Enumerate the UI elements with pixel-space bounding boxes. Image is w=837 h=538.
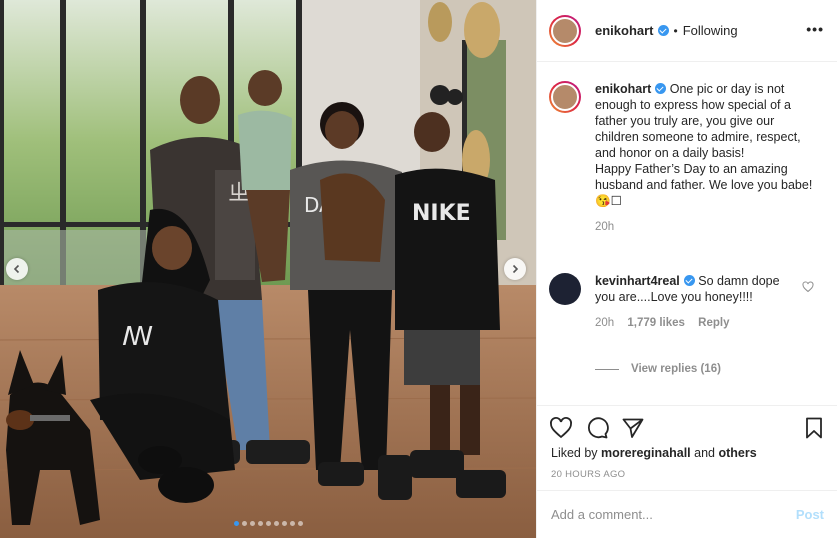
liked-by-user[interactable]: morereginahall — [601, 446, 691, 460]
comments-section: enikohart One pic or day is not enough t… — [537, 63, 837, 403]
post-comment-button[interactable]: Post — [796, 507, 824, 522]
view-replies-button[interactable]: View replies (16) — [595, 363, 721, 375]
carousel-indicator — [0, 521, 536, 526]
caption-username[interactable]: enikohart — [595, 82, 651, 96]
liked-by: Liked by morereginahall and others — [551, 446, 757, 460]
comment: kevinhart4real So damn dope you are....L… — [549, 273, 785, 331]
reply-button[interactable]: Reply — [698, 317, 729, 329]
carousel-dot — [297, 521, 303, 526]
carousel-dot — [265, 521, 271, 526]
caption-time[interactable]: 20h — [595, 221, 614, 233]
bookmark-icon[interactable] — [802, 416, 826, 440]
svg-text:ꟿ: ꟿ — [122, 322, 153, 352]
carousel-dot — [281, 521, 287, 526]
caption: enikohart One pic or day is not enough t… — [549, 81, 815, 235]
following-button[interactable]: Following — [683, 23, 738, 38]
comment-likes[interactable]: 1,779 likes — [627, 317, 685, 329]
liked-by-and: and — [690, 446, 719, 460]
add-comment-bar: Post — [537, 490, 837, 538]
post-actions: Liked by morereginahall and others 20 HO… — [537, 405, 837, 495]
heart-icon[interactable] — [549, 416, 573, 440]
instagram-post: ㄓ ꟿ DAMI — [0, 0, 837, 538]
comment-username[interactable]: kevinhart4real — [595, 274, 680, 288]
comment-time[interactable]: 20h — [595, 317, 614, 329]
carousel-dot — [273, 521, 279, 526]
separator-bullet: • — [673, 23, 678, 38]
verified-badge-icon — [655, 83, 667, 94]
chevron-right-icon — [512, 264, 519, 274]
carousel-dot — [257, 521, 263, 526]
carousel-dot — [233, 521, 239, 526]
chevron-left-icon — [13, 264, 20, 274]
share-icon[interactable] — [621, 416, 645, 440]
like-comment-heart-icon[interactable] — [802, 281, 814, 293]
post-photo[interactable]: ㄓ ꟿ DAMI — [0, 0, 536, 538]
author-username[interactable]: enikohart — [595, 23, 654, 38]
comment-avatar[interactable] — [549, 273, 581, 305]
next-photo-button[interactable] — [504, 258, 526, 280]
comment-input[interactable] — [551, 507, 796, 522]
view-replies-label: View replies (16) — [631, 363, 721, 375]
family-photo: ㄓ ꟿ DAMI — [0, 0, 536, 538]
svg-text:NIKE: NIKE — [412, 201, 471, 226]
carousel-dot — [249, 521, 255, 526]
liked-by-others[interactable]: others — [718, 446, 756, 460]
post-timestamp[interactable]: 20 HOURS AGO — [551, 469, 625, 480]
carousel-dot — [289, 521, 295, 526]
caption-text-2: Happy Father’s Day to an amazing husband… — [595, 162, 813, 208]
previous-photo-button[interactable] — [6, 258, 28, 280]
carousel-dot — [241, 521, 247, 526]
comment-icon[interactable] — [585, 416, 609, 440]
post-details-panel: enikohart • Following ••• enikohart One … — [536, 0, 837, 538]
replies-divider — [595, 368, 619, 370]
post-header: enikohart • Following ••• — [537, 0, 837, 62]
verified-badge-icon — [683, 275, 695, 286]
liked-by-prefix: Liked by — [551, 446, 602, 460]
more-options-icon[interactable]: ••• — [806, 22, 824, 36]
verified-badge-icon — [657, 25, 669, 36]
caption-avatar[interactable] — [549, 81, 581, 113]
author-avatar[interactable] — [549, 14, 581, 47]
